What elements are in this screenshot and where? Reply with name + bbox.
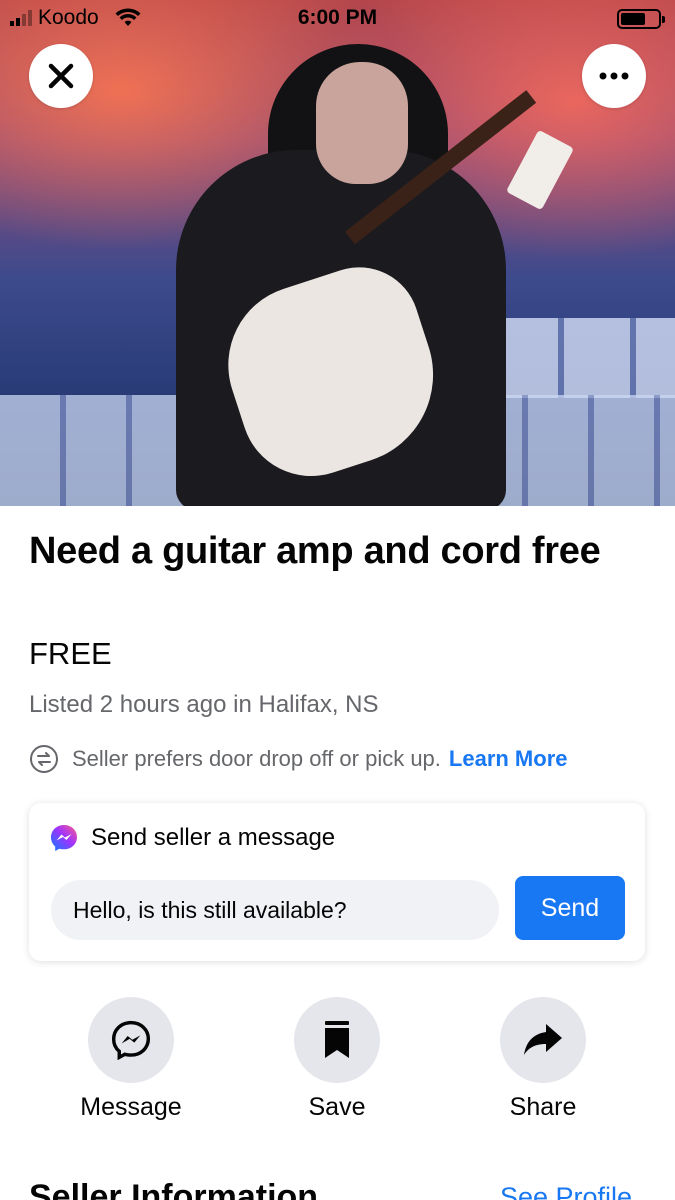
see-profile-link[interactable]: See Profile xyxy=(500,1182,632,1200)
listing-photo[interactable] xyxy=(0,0,675,506)
share-action[interactable]: Share xyxy=(468,997,618,1122)
more-dots-icon xyxy=(599,72,629,80)
messenger-icon xyxy=(51,825,77,851)
performer-mask xyxy=(316,62,408,184)
guitar-headstock xyxy=(505,129,575,211)
share-action-circle[interactable] xyxy=(500,997,586,1083)
messenger-icon xyxy=(111,1020,151,1060)
message-action-label: Message xyxy=(80,1093,182,1121)
status-bar: Koodo 6:00 PM xyxy=(0,0,675,38)
exchange-icon xyxy=(30,745,58,773)
message-action[interactable]: Message xyxy=(56,997,206,1122)
listing-title: Need a guitar amp and cord free xyxy=(29,530,601,572)
send-button[interactable]: Send xyxy=(515,876,625,940)
send-message-card: Send seller a message Send xyxy=(29,803,645,961)
save-action-circle[interactable] xyxy=(294,997,380,1083)
more-options-button[interactable] xyxy=(582,44,646,108)
bookmark-icon xyxy=(325,1021,349,1058)
card-header: Send seller a message xyxy=(49,823,335,853)
close-icon xyxy=(48,63,74,89)
share-action-label: Share xyxy=(509,1093,577,1121)
clock: 6:00 PM xyxy=(297,6,378,29)
seller-info-heading: Seller Information xyxy=(29,1178,319,1200)
card-title: Send seller a message xyxy=(91,824,336,851)
message-input[interactable] xyxy=(51,880,499,940)
share-arrow-icon xyxy=(524,1024,562,1055)
save-action-label: Save xyxy=(308,1093,366,1121)
save-action[interactable]: Save xyxy=(262,997,412,1122)
learn-more-link[interactable]: Learn More xyxy=(449,746,568,772)
delivery-preference: Seller prefers door drop off or pick up.… xyxy=(29,744,568,774)
message-action-circle[interactable] xyxy=(88,997,174,1083)
listing-price: FREE xyxy=(29,636,112,671)
listing-time-location: Listed 2 hours ago in Halifax, NS xyxy=(29,691,379,718)
delivery-note: Seller prefers door drop off or pick up. xyxy=(72,746,441,771)
battery-icon xyxy=(617,9,665,29)
close-button[interactable] xyxy=(29,44,93,108)
